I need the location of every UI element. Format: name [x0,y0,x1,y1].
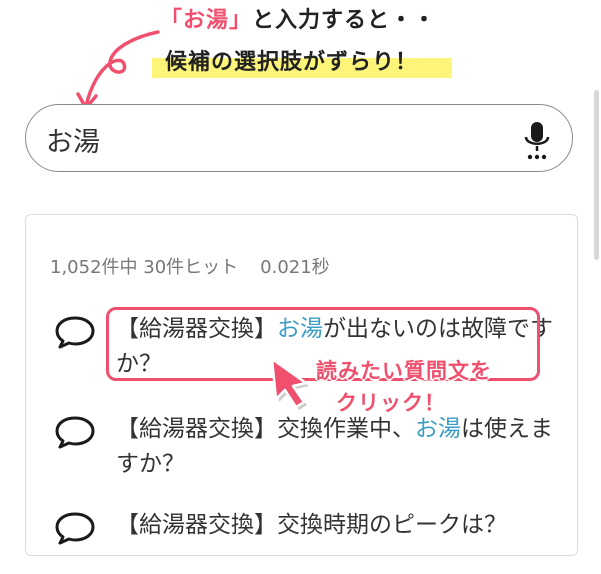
microphone-icon[interactable] [522,121,552,161]
callout-line-2: 候補の選択肢がずらり！ [165,50,419,75]
search-input[interactable]: お湯 [46,120,100,159]
callout-close-bracket: 」 [229,8,253,33]
curved-arrow-icon [76,30,160,110]
result-2-prefix: 【給湯器交換】交換作業中、 [116,416,415,442]
click-hint-line-1: 読みたい質問文を [316,359,492,383]
results-count: 1,052件中 30件ヒット [50,257,239,278]
result-2-keyword: お湯 [415,416,461,442]
scrollbar[interactable] [594,90,599,260]
results-meta: 1,052件中 30件ヒット 0.021秒 [50,253,330,279]
speech-bubble-icon [55,316,95,349]
callout-line-1: 「お湯」と入力すると・・ [160,2,436,34]
search-box[interactable]: お湯 [25,104,573,172]
callout-line-1-rest: と入力すると・・ [252,8,437,33]
speech-bubble-icon [55,416,95,449]
result-item-3[interactable]: 【給湯器交換】交換時期のピークは？ [116,508,556,543]
callout-keyword: お湯 [183,8,230,33]
speech-bubble-icon [55,512,95,545]
result-item-2[interactable]: 【給湯器交換】交換作業中、お湯は使えますか？ [116,412,556,482]
cursor-icon [270,357,309,410]
click-hint-line-2: クリック！ [336,391,446,415]
result-3-prefix: 【給湯器交換】交換時期のピークは？ [116,512,507,538]
results-panel: 1,052件中 30件ヒット 0.021秒 【給湯器交換】お湯が出ないのは故障です… [25,214,578,556]
results-time: 0.021秒 [260,257,330,278]
